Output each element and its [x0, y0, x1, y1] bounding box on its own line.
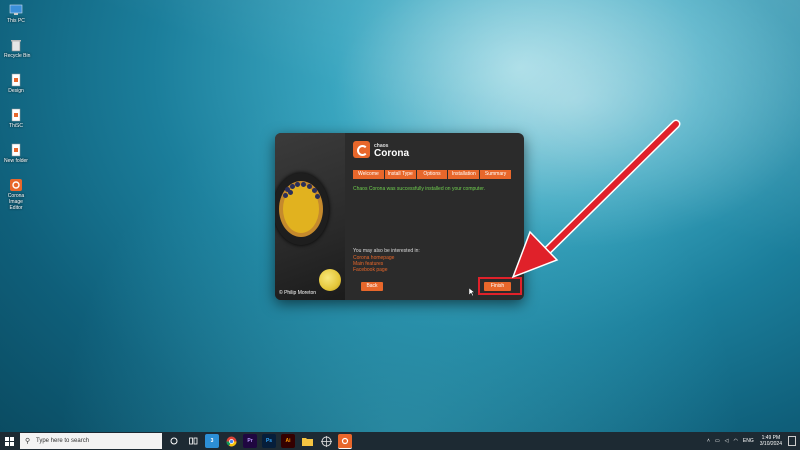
premiere-icon[interactable]: Pr [243, 434, 257, 448]
start-button[interactable] [0, 432, 18, 450]
document-icon [9, 73, 23, 87]
desktop-icon-label: Recycle Bin [4, 53, 31, 59]
computer-icon [9, 3, 23, 17]
desktop-icon-corona-image-editor[interactable]: Corona Image Editor [2, 178, 30, 211]
windows-logo-icon [4, 436, 14, 446]
photo-berry [315, 194, 320, 199]
photo-berry [288, 190, 293, 195]
wifi-icon[interactable]: ◠ [734, 438, 738, 444]
desktop-icon-label: Design [8, 88, 24, 94]
brand-name: Corona [374, 148, 409, 159]
network-icon[interactable]: ▭ [715, 438, 720, 444]
task-view-icon[interactable] [186, 434, 200, 448]
taskbar-clock[interactable]: 1:49 PM 3/10/2024 [760, 435, 782, 447]
recycle-bin-icon [9, 38, 23, 52]
file-explorer-icon[interactable] [300, 434, 314, 448]
corona-app-icon [9, 178, 23, 192]
photo-berry [312, 188, 317, 193]
chrome-icon[interactable] [224, 434, 238, 448]
tab-options[interactable]: Options [417, 170, 449, 179]
app-icon-blue[interactable]: 3 [205, 434, 219, 448]
installer-content: chaos Corona Welcome Install Type Option… [353, 133, 524, 300]
mouse-cursor-icon [469, 288, 475, 296]
interest-label: You may also be interested in: [353, 248, 420, 254]
installer-steps: Welcome Install Type Options Installatio… [353, 170, 511, 179]
finish-highlight-box [478, 277, 522, 295]
photo-berry [307, 184, 312, 189]
taskbar-search-box[interactable]: ⚲ Type here to search [20, 433, 162, 449]
chevron-up-icon[interactable]: ˄ [707, 438, 710, 444]
installer-side-photo: © Philip Moreton [275, 133, 345, 300]
back-button[interactable]: Back [361, 282, 383, 291]
document-icon [9, 143, 23, 157]
system-tray: ˄ ▭ ◁ ◠ ENG 1:49 PM 3/10/2024 [702, 435, 800, 447]
illustrator-icon[interactable]: Ai [281, 434, 295, 448]
desktop-icon-thisc[interactable]: ThiSC [4, 108, 28, 129]
desktop-icon-this-pc[interactable]: This PC [4, 3, 28, 24]
search-icon: ⚲ [25, 438, 31, 445]
photoshop-icon[interactable]: Ps [262, 434, 276, 448]
photo-berry [301, 182, 306, 187]
desktop-icon-new-folder[interactable]: New folder [4, 143, 28, 164]
desktop-icon-recycle-bin[interactable]: Recycle Bin [4, 38, 31, 59]
search-placeholder: Type here to search [36, 438, 90, 444]
desktop-icon-design[interactable]: Design [4, 73, 28, 94]
photo-credit: © Philip Moreton [279, 290, 317, 296]
photo-berry [283, 193, 288, 198]
desktop-icon-label: ThiSC [9, 123, 23, 129]
language-indicator[interactable]: ENG [743, 438, 754, 444]
notification-icon[interactable] [788, 436, 796, 446]
corona-installer-window: © Philip Moreton chaos Corona Welcome In… [275, 133, 524, 300]
app-icon-target[interactable] [319, 434, 333, 448]
tab-summary[interactable]: Summary [480, 170, 511, 179]
link-facebook-page[interactable]: Facebook page [353, 267, 387, 273]
success-message: Chaos Corona was successfully installed … [353, 186, 486, 192]
document-icon [9, 108, 23, 122]
taskbar: ⚲ Type here to search 3 Pr Ps Ai ˄ ▭ ◁ ◠… [0, 432, 800, 450]
desktop-icon-label: This PC [7, 18, 25, 24]
tab-install-type[interactable]: Install Type [385, 170, 417, 179]
corona-taskbar-icon[interactable] [338, 433, 352, 449]
clock-date: 3/10/2024 [759, 441, 782, 447]
desktop-icon-label: New folder [4, 158, 28, 164]
desktop-icon-label: Corona Image Editor [7, 193, 25, 211]
tab-welcome[interactable]: Welcome [353, 170, 385, 179]
tab-installation[interactable]: Installation [448, 170, 481, 179]
volume-icon[interactable]: ◁ [725, 438, 729, 444]
photo-berry [295, 182, 300, 187]
cortana-icon[interactable] [167, 434, 181, 448]
photo-lemon [319, 269, 341, 291]
corona-logo-icon [353, 141, 370, 158]
